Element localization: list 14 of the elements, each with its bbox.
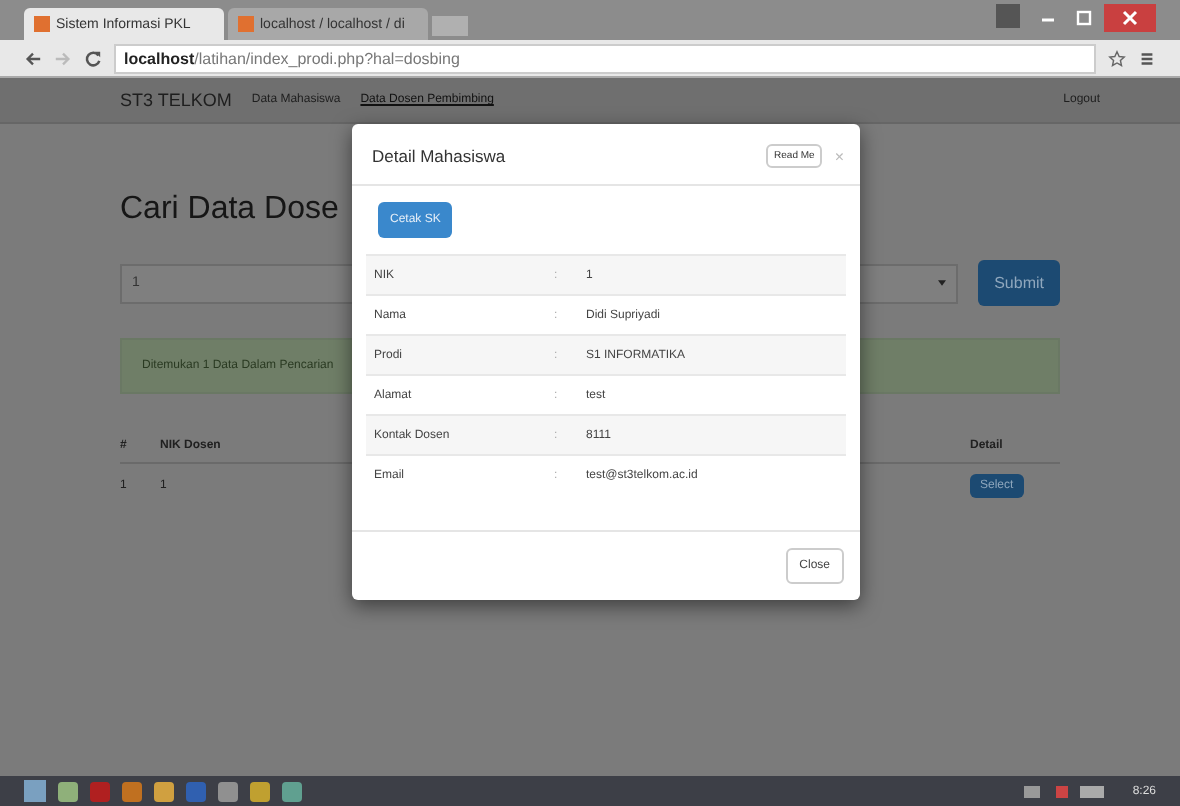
star-icon[interactable]	[1108, 49, 1126, 67]
caret-icon	[938, 280, 947, 286]
start-button[interactable]	[24, 780, 46, 802]
page-icon	[34, 16, 50, 32]
page-heading: Cari Data Dose	[120, 192, 339, 228]
page-icon	[238, 16, 254, 32]
reload-icon[interactable]	[84, 49, 102, 67]
submit-button[interactable]: Submit	[978, 260, 1060, 306]
tray-icons-drawing	[1024, 785, 1105, 797]
back-icon[interactable]	[24, 49, 42, 67]
dialog-title: Detail Mahasiswa	[372, 146, 506, 166]
address-field[interactable]: localhost/latihan/index_prodi.php?hal=dosbing	[114, 43, 1096, 73]
menu-icon[interactable]	[1138, 49, 1156, 67]
brand-link[interactable]: ST3 TELKOM	[120, 90, 232, 110]
